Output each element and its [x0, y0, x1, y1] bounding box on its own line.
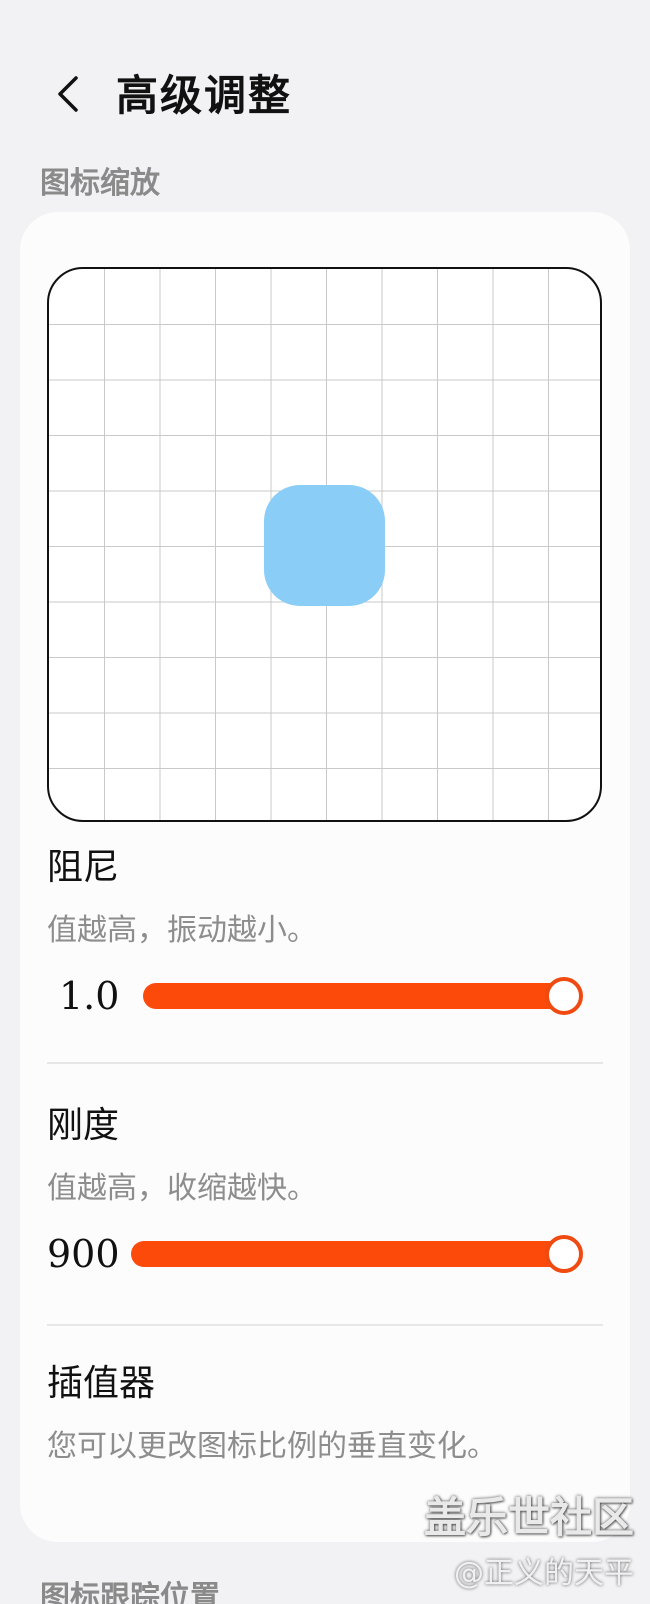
section-label-icon-track: 图标跟踪位置 — [40, 1580, 220, 1604]
setting-stiffness: 刚度 值越高，收缩越快。 900 — [47, 1108, 603, 1278]
stiffness-slider-track[interactable] — [131, 1241, 566, 1267]
watermark-author: @正义的天平 — [454, 1556, 634, 1591]
advanced-adjust-screen: 高级调整 图标缩放 阻尼 值越高，振动越小。 1.0 刚度 值越高，收缩越快。 — [0, 0, 650, 1604]
page-title: 高级调整 — [116, 71, 293, 120]
chevron-left-icon — [58, 76, 78, 112]
back-button[interactable] — [44, 64, 92, 124]
setting-damping: 阻尼 值越高，振动越小。 1.0 — [47, 850, 603, 1020]
stiffness-slider[interactable] — [131, 1230, 583, 1278]
setting-title: 插值器 — [47, 1363, 156, 1404]
settings-card: 阻尼 值越高，振动越小。 1.0 刚度 值越高，收缩越快。 900 插值器 您可… — [20, 212, 630, 1542]
app-bar: 高级调整 — [0, 0, 650, 150]
stiffness-value: 900 — [47, 1232, 120, 1276]
setting-description: 值越高，收缩越快。 — [47, 1171, 317, 1206]
watermark-brand: 盖乐世社区 — [423, 1493, 634, 1542]
damping-slider[interactable] — [143, 972, 583, 1020]
section-label-icon-scale: 图标缩放 — [40, 166, 160, 201]
divider — [47, 1062, 603, 1064]
setting-description: 您可以更改图标比例的垂直变化。 — [47, 1429, 497, 1464]
damping-slider-row: 1.0 — [47, 972, 603, 1020]
setting-title: 阻尼 — [47, 847, 120, 888]
damping-slider-track[interactable] — [143, 983, 566, 1009]
setting-description: 值越高，振动越小。 — [47, 913, 317, 948]
damping-value: 1.0 — [59, 974, 120, 1018]
stiffness-slider-thumb[interactable] — [545, 1235, 583, 1273]
setting-interpolator[interactable]: 插值器 您可以更改图标比例的垂直变化。 — [47, 1366, 603, 1462]
icon-scale-preview — [47, 267, 602, 822]
app-icon-preview — [264, 485, 385, 606]
damping-slider-thumb[interactable] — [545, 977, 583, 1015]
divider — [47, 1324, 603, 1326]
setting-title: 刚度 — [47, 1105, 120, 1146]
stiffness-slider-row: 900 — [47, 1230, 603, 1278]
